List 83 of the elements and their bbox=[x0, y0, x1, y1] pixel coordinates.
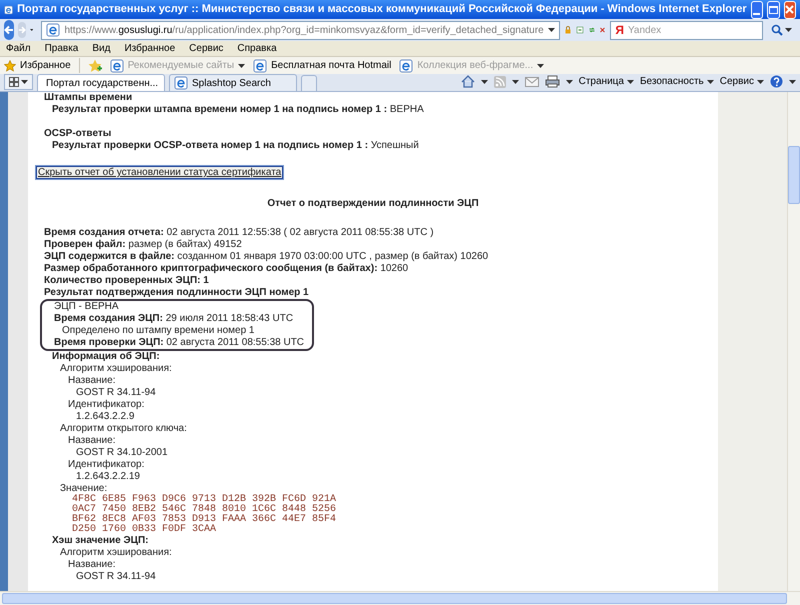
vertical-scrollbar[interactable] bbox=[787, 92, 800, 591]
text-line: GOST R 34.11-94 bbox=[76, 571, 157, 583]
page-icon bbox=[174, 76, 188, 90]
search-icon bbox=[771, 24, 783, 36]
text-line: 1.2.643.2.2.9 bbox=[76, 411, 136, 423]
text-line: Название: bbox=[68, 559, 116, 571]
field-line: Результат проверки OCSP-ответа номер 1 на подпись номер 1 : Успешный bbox=[52, 140, 420, 152]
report-title: Отчет о подтверждении подлинности ЭЦП bbox=[266, 197, 480, 211]
favorites-button[interactable]: Избранное bbox=[4, 58, 80, 73]
caret-icon bbox=[480, 80, 488, 84]
caret-icon bbox=[30, 28, 34, 32]
maximize-button[interactable] bbox=[767, 0, 780, 18]
mail-icon[interactable] bbox=[524, 76, 539, 86]
browser-tab[interactable]: Портал государственн... bbox=[37, 74, 165, 91]
caret-icon bbox=[789, 80, 796, 84]
text-line: Алгоритм хэширования: bbox=[60, 363, 173, 375]
page-icon bbox=[46, 23, 60, 37]
caret-icon bbox=[757, 80, 764, 84]
address-field[interactable]: https://www.gosuslugi.ru/ru/application/index.php?org_id=minkomsvyaz&form_id=verify_detached_signature bbox=[41, 20, 560, 40]
text-line: Название: bbox=[68, 375, 116, 387]
caret-icon bbox=[626, 80, 634, 84]
field-line: Время создания ЭЦП: 29 июля 2011 18:58:43 UTC bbox=[54, 313, 294, 325]
star-icon bbox=[4, 60, 16, 72]
command-menu[interactable]: Страница bbox=[578, 74, 634, 89]
help-icon[interactable] bbox=[770, 75, 783, 88]
search-field[interactable]: Я Yandex bbox=[610, 20, 763, 40]
text-line: GOST R 34.10-2001 bbox=[76, 447, 169, 459]
browser-tab[interactable]: Splashtop Search bbox=[169, 74, 297, 91]
field-line: Размер обработанного криптографического сообщения (в байтах): 10260 bbox=[44, 263, 410, 275]
close-button[interactable] bbox=[784, 0, 796, 18]
text-line: Идентификатор: bbox=[68, 459, 146, 471]
quick-tabs-button[interactable] bbox=[4, 74, 33, 90]
caret-icon bbox=[566, 80, 573, 84]
text-line: 1.2.643.2.2.19 bbox=[76, 471, 141, 483]
text-line: Название: bbox=[68, 435, 116, 447]
section-heading: OCSP-ответы bbox=[44, 128, 112, 140]
field-line: Проверен файл: размер (в байтах) 49152 bbox=[44, 239, 243, 251]
add-favorite-icon[interactable] bbox=[88, 58, 102, 72]
back-button[interactable] bbox=[4, 20, 14, 40]
section-heading: Штампы времени bbox=[44, 92, 134, 104]
hide-report-button[interactable]: Скрыть отчет об установлении статуса сертификата bbox=[36, 166, 284, 179]
favorites-link[interactable]: Бесплатная почта Hotmail bbox=[253, 58, 392, 73]
menu-item[interactable]: Вид bbox=[92, 41, 110, 56]
command-menu[interactable]: Безопасность bbox=[640, 74, 714, 89]
section-heading: Информация об ЭЦП: bbox=[52, 351, 161, 363]
section-heading: Количество проверенных ЭЦП: 1 bbox=[44, 275, 210, 287]
hash-value: 4F8C 6E85 F963 D9C6 9713 D12B 392B FC6D 921A 0AC7 7450 8EB2 546C 7848 8010 1C6C 8448 5256 BF62 8EC8 AF03 7853 D913 FAAA 366C 44E7 85F4 D250 1760 0B33 F0DF 3CAA bbox=[71, 495, 338, 535]
url-text: https://www.gosuslugi.ru/ru/application/index.php?org_id=minkomsvyaz&form_id=verify_detached_signature bbox=[64, 24, 544, 38]
grid-icon bbox=[9, 77, 19, 87]
text-line: Значение: bbox=[60, 483, 108, 494]
field-line: Время проверки ЭЦП: 02 августа 2011 08:55:38 UTC bbox=[54, 337, 304, 349]
menu-item[interactable]: Избранное bbox=[124, 41, 176, 56]
minimize-button[interactable] bbox=[750, 0, 764, 18]
text-line: Алгоритм хэширования: bbox=[60, 547, 173, 559]
menu-item[interactable]: Правка bbox=[44, 41, 78, 56]
text-line: Алгоритм открытого ключа: bbox=[60, 423, 188, 435]
field-line: Результат проверки штампа времени номер 1 на подпись номер 1 : ВЕРНА bbox=[52, 104, 425, 116]
search-input[interactable]: Yandex bbox=[628, 22, 758, 38]
page-icon bbox=[110, 58, 124, 72]
text-line: ЭЦП - ВЕРНА bbox=[54, 301, 120, 313]
page-icon bbox=[399, 58, 414, 72]
section-heading: Результат подтверждения подлинности ЭЦП номер 1 bbox=[44, 287, 310, 299]
search-engine-logo: Я bbox=[615, 22, 624, 39]
home-icon[interactable] bbox=[460, 75, 475, 88]
caret-icon bbox=[548, 28, 555, 32]
field-line: Время создания отчета: 02 августа 2011 12:55:38 ( 02 августа 2011 08:55:38 UTC ) bbox=[44, 227, 435, 239]
caret-icon bbox=[512, 80, 519, 84]
print-icon[interactable] bbox=[544, 75, 560, 88]
command-menu[interactable]: Сервис bbox=[720, 74, 764, 89]
page-icon bbox=[253, 58, 268, 72]
section-heading: Хэш значение ЭЦП: bbox=[52, 535, 150, 547]
menu-item[interactable]: Сервис bbox=[189, 41, 224, 56]
field-line: ЭЦП содержится в файле: созданном 01 января 1970 03:00:00 UTC , размер (в байтах) 10260 bbox=[44, 251, 490, 263]
text-line: GOST R 34.11-94 bbox=[76, 387, 157, 399]
menu-item[interactable]: Файл bbox=[6, 41, 31, 56]
caret-icon bbox=[21, 80, 28, 84]
text-line: Определено по штампу времени номер 1 bbox=[62, 325, 256, 337]
text-line: Идентификатор: bbox=[68, 399, 146, 411]
caret-icon bbox=[785, 28, 792, 32]
horizontal-scrollbar[interactable] bbox=[0, 591, 800, 605]
menu-item[interactable]: Справка bbox=[237, 41, 277, 56]
caret-icon bbox=[706, 80, 714, 84]
window-title: Портал государственных услуг :: Министерство связи и массовых коммуникаций Российской Федерации - Windows Internet Explorer bbox=[17, 2, 747, 18]
